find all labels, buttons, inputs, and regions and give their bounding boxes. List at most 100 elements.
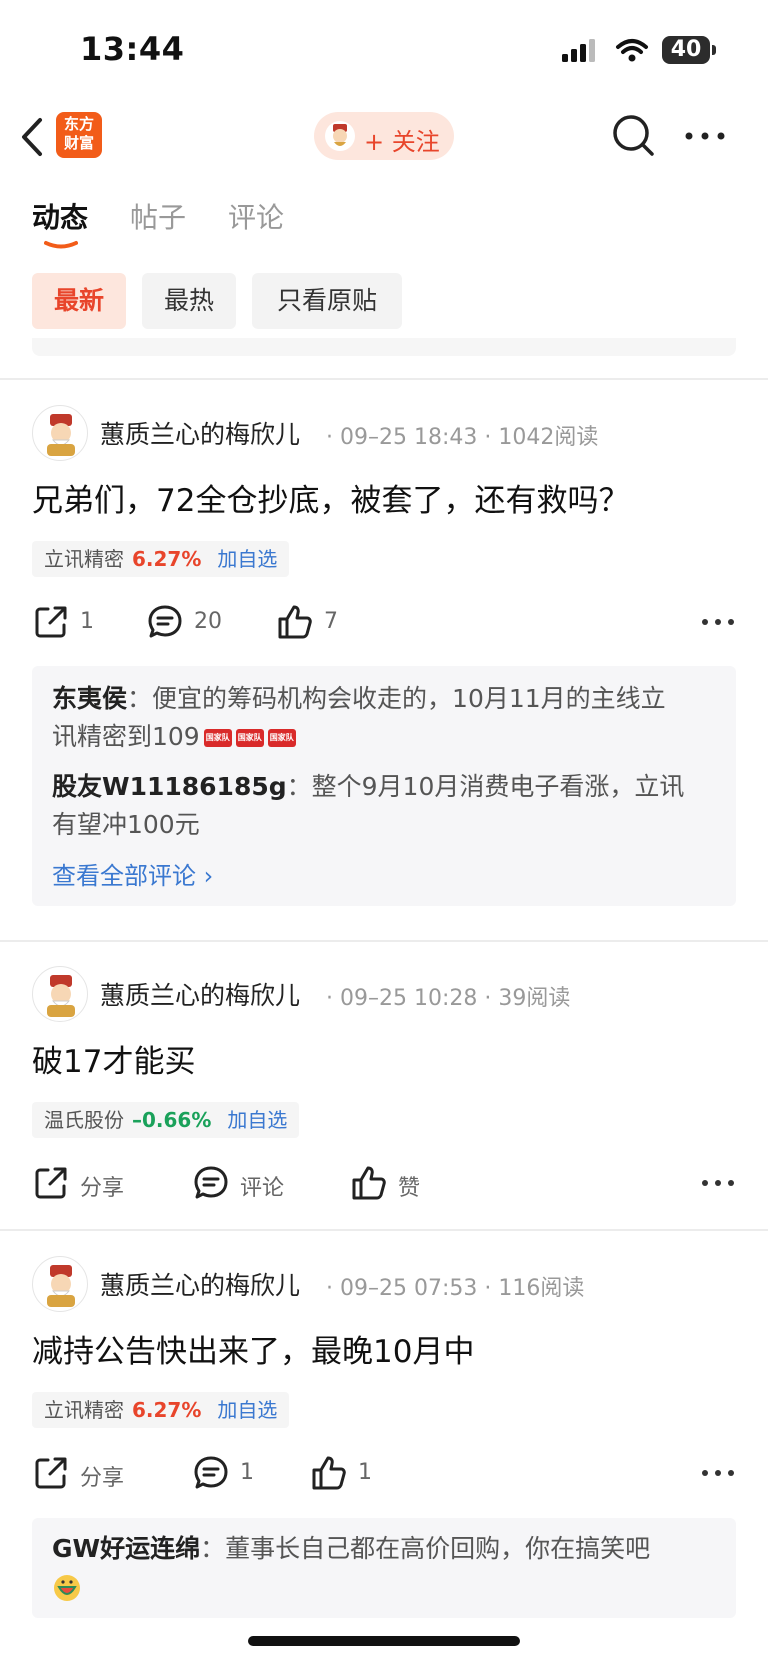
thumbs-up-icon — [278, 605, 312, 639]
post-actions: 分享 评论 赞 — [32, 1162, 736, 1206]
filter-hottest[interactable]: 最热 — [142, 273, 236, 329]
wifi-icon — [616, 39, 648, 62]
stock-name: 立讯精密 — [44, 1398, 124, 1422]
post-meta: · 09–25 18:43 · 1042阅读 — [326, 425, 599, 450]
comment-text: 便宜的筹码机构会收走的，10月11月的主线立 — [152, 684, 666, 713]
share-label: 分享 — [80, 1466, 125, 1491]
post-text[interactable]: 破17才能买 — [32, 1036, 195, 1081]
post-more-icon[interactable] — [700, 1176, 736, 1190]
stock-tag[interactable]: 立讯精密 6.27% 加自选 — [32, 1392, 290, 1428]
more-options-icon[interactable] — [680, 118, 730, 154]
comment-author[interactable]: 股友W11186185g — [52, 772, 287, 801]
national-team-badge: 国家队 — [267, 729, 296, 747]
nav-header: 东方 财富 + 关注 — [0, 100, 768, 180]
comment-item[interactable]: 股友W11186185g：整个9月10月消费电子看涨，立讯 有望冲100元 — [52, 768, 720, 844]
divider — [0, 1229, 768, 1231]
follow-label: + 关注 — [364, 128, 440, 156]
tab-dynamic[interactable]: 动态 — [32, 196, 88, 236]
post-meta: · 09–25 07:53 · 116阅读 — [326, 1276, 585, 1301]
comment-text: 整个9月10月消费电子看涨，立讯 — [311, 772, 685, 801]
like-count: 1 — [358, 1460, 372, 1485]
post-more-icon[interactable] — [700, 1466, 736, 1480]
share-icon — [35, 1167, 67, 1199]
tab-posts[interactable]: 帖子 — [130, 196, 186, 236]
comment-text: 董事长自己都在高价回购，你在搞笑吧 — [225, 1534, 651, 1563]
stock-tag[interactable]: 立讯精密 6.27% 加自选 — [32, 541, 290, 577]
add-watchlist-link[interactable]: 加自选 — [227, 1108, 287, 1132]
post-card[interactable]: 蕙质兰心的梅欣儿 · 09–25 10:28 · 39阅读 破17才能买 温氏股… — [0, 966, 768, 1216]
like-label: 赞 — [398, 1176, 421, 1201]
add-watchlist-link[interactable]: 加自选 — [217, 1398, 277, 1422]
search-icon[interactable] — [610, 112, 658, 160]
divider — [0, 378, 768, 380]
author-name[interactable]: 蕙质兰心的梅欣儿 — [100, 976, 300, 1012]
share-icon — [35, 1457, 67, 1489]
stock-change: 6.27% — [132, 547, 202, 571]
stock-name: 立讯精密 — [44, 547, 124, 571]
comment-preview[interactable]: 东夷侯：便宜的筹码机构会收走的，10月11月的主线立 讯精密到109 国家队 国家队国… — [32, 666, 736, 906]
comment-icon — [148, 605, 182, 638]
comment-text-cont: 有望冲100元 — [52, 810, 200, 839]
share-label: 分享 — [80, 1176, 125, 1201]
comment-text-cont: 讯精密到109 — [52, 722, 200, 751]
post-meta: · 09–25 10:28 · 39阅读 — [326, 986, 571, 1011]
stock-change: 6.27% — [132, 1398, 202, 1422]
comment-count: 1 — [240, 1460, 254, 1485]
add-watchlist-link[interactable]: 加自选 — [217, 547, 277, 571]
stock-name: 温氏股份 — [44, 1108, 124, 1132]
comment-author[interactable]: 东夷侯 — [52, 684, 127, 713]
previous-card-edge — [32, 338, 736, 356]
thumbs-up-icon — [352, 1166, 386, 1200]
post-actions: 分享 1 1 — [32, 1452, 736, 1496]
comment-preview[interactable]: GW好运连绵：董事长自己都在高价回购，你在搞笑吧 — [32, 1518, 736, 1618]
view-all-comments-link[interactable]: 查看全部评论 › — [52, 856, 213, 891]
post-more-icon[interactable] — [700, 615, 736, 629]
comment-count: 20 — [194, 609, 222, 634]
app-logo[interactable]: 东方 财富 — [56, 112, 102, 158]
caishen-avatar-icon — [47, 414, 75, 456]
filter-latest[interactable]: 最新 — [32, 273, 126, 329]
home-indicator[interactable] — [248, 1636, 520, 1646]
like-count: 7 — [324, 609, 338, 634]
back-icon[interactable] — [14, 112, 54, 162]
comment-label: 评论 — [240, 1176, 285, 1201]
cellular-signal-icon — [562, 39, 595, 62]
caishen-avatar-icon — [47, 975, 75, 1017]
author-avatar[interactable] — [32, 1256, 88, 1312]
comment-item[interactable]: 东夷侯：便宜的筹码机构会收走的，10月11月的主线立 讯精密到109 国家队 国家队国… — [52, 680, 720, 756]
filter-original-only[interactable]: 只看原贴 — [252, 273, 402, 329]
caishen-avatar-icon — [47, 1265, 75, 1307]
post-card[interactable]: 蕙质兰心的梅欣儿 · 09–25 18:43 · 1042阅读 兄弟们，72全仓… — [0, 405, 768, 925]
battery-indicator: 40 — [662, 36, 710, 64]
app-logo-line2: 财富 — [63, 134, 94, 152]
author-name[interactable]: 蕙质兰心的梅欣儿 — [100, 415, 300, 451]
post-card[interactable]: 蕙质兰心的梅欣儿 · 09–25 07:53 · 116阅读 减持公告快出来了，… — [0, 1256, 768, 1626]
share-icon — [35, 606, 67, 638]
status-bar: 13:44 40 — [0, 0, 768, 100]
comment-separator: ： — [200, 1534, 226, 1563]
author-name[interactable]: 蕙质兰心的梅欣儿 — [100, 1266, 300, 1302]
comment-separator: ： — [127, 684, 153, 713]
post-actions: 1 20 7 — [32, 601, 736, 645]
battery-cap — [712, 45, 716, 55]
comment-item[interactable]: GW好运连绵：董事长自己都在高价回购，你在搞笑吧 — [52, 1530, 720, 1606]
tab-comments[interactable]: 评论 — [228, 196, 284, 236]
share-count: 1 — [80, 609, 94, 634]
comment-author[interactable]: GW好运连绵 — [52, 1534, 200, 1563]
caishen-avatar-icon — [325, 121, 355, 151]
author-avatar[interactable] — [32, 966, 88, 1022]
national-team-badge: 国家队 — [203, 729, 232, 747]
comment-icon — [194, 1166, 228, 1199]
status-time: 13:44 — [80, 30, 185, 68]
watermelon-face-emoji-icon — [54, 1575, 80, 1601]
author-avatar[interactable] — [32, 405, 88, 461]
active-tab-indicator — [44, 241, 78, 249]
post-text[interactable]: 兄弟们，72全仓抄底，被套了，还有救吗？ — [32, 475, 629, 520]
national-team-badge: 国家队 — [235, 729, 264, 747]
divider — [0, 940, 768, 942]
stock-tag[interactable]: 温氏股份 –0.66% 加自选 — [32, 1102, 300, 1138]
comment-icon — [194, 1456, 228, 1489]
app-logo-line1: 东方 — [63, 115, 94, 133]
follow-button[interactable]: + 关注 — [314, 112, 454, 160]
post-text[interactable]: 减持公告快出来了，最晚10月中 — [32, 1326, 474, 1371]
